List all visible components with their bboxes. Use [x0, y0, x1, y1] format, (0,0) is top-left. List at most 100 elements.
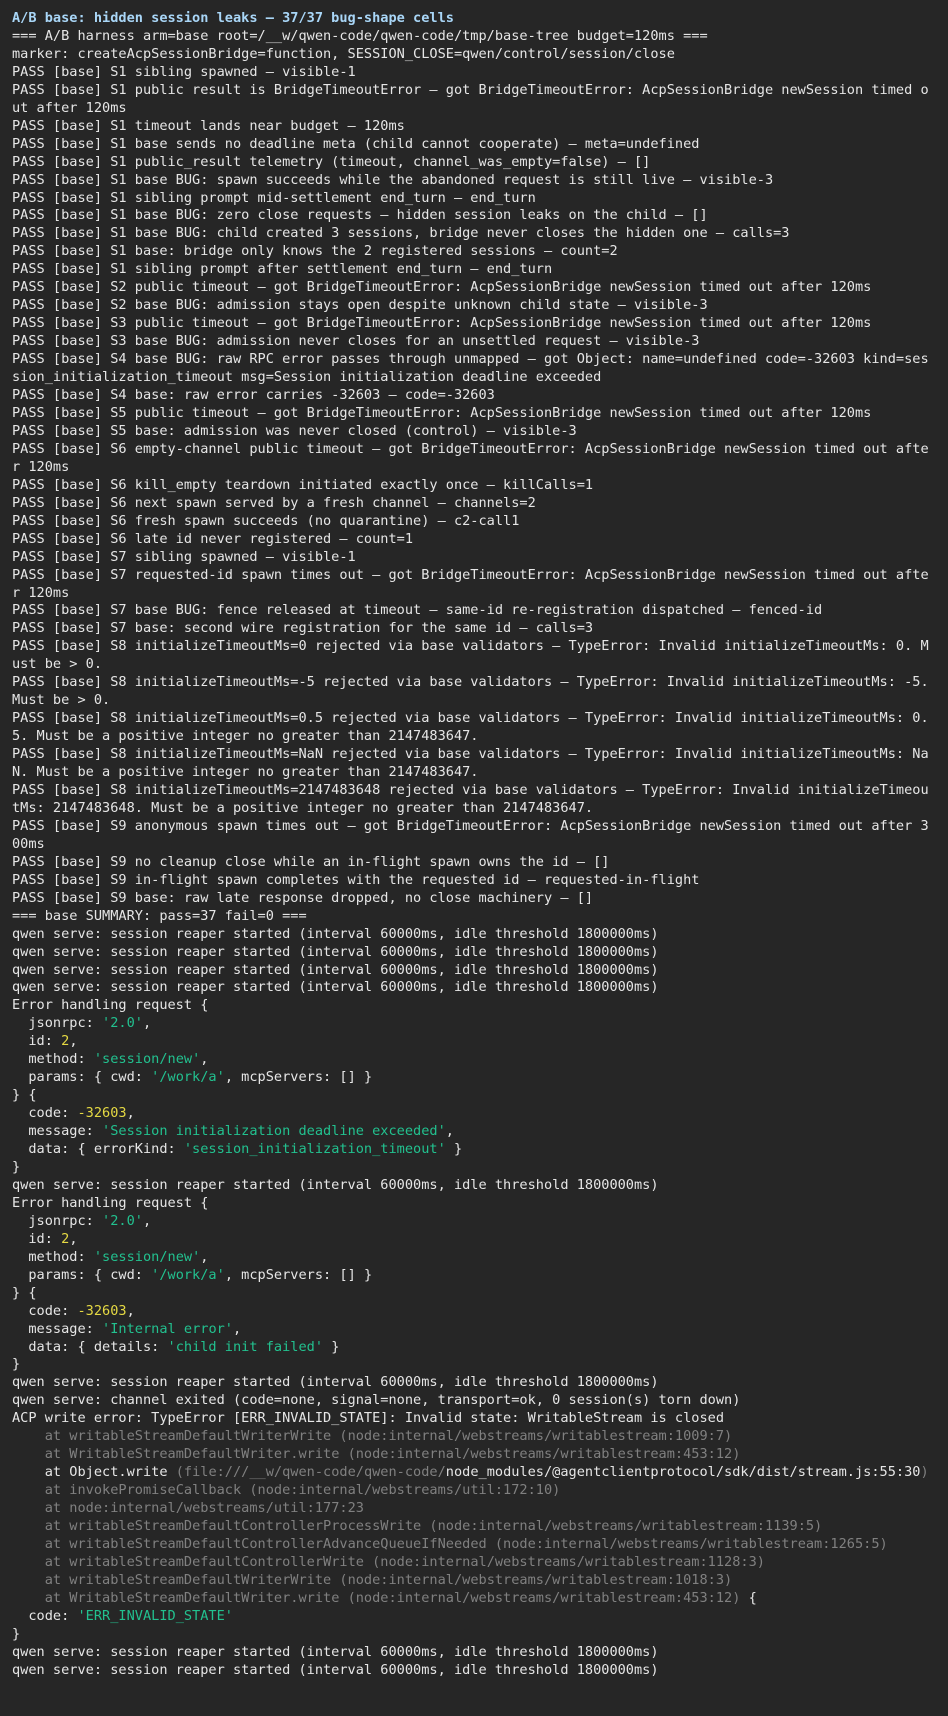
line-text: qwen serve: session reaper started (inte…	[12, 1643, 659, 1660]
line-text: params: { cwd:	[12, 1069, 152, 1086]
line-text: PASS [base] S1 sibling prompt mid-settle…	[12, 189, 536, 206]
output-line: at writableStreamDefaultWriterWrite (nod…	[12, 1572, 936, 1590]
line-text: method:	[12, 1051, 94, 1068]
output-line: PASS [base] S6 next spawn served by a fr…	[12, 495, 936, 513]
output-line: PASS [base] S1 base: bridge only knows t…	[12, 243, 936, 261]
output-line: PASS [base] S2 base BUG: admission stays…	[12, 297, 936, 315]
output-line: method: 'session/new',	[12, 1249, 936, 1267]
output-line: qwen serve: channel exited (code=none, s…	[12, 1392, 936, 1410]
line-text: PASS [base] S6 empty-channel public time…	[12, 440, 929, 475]
line-text: marker: createAcpSessionBridge=function,…	[12, 45, 675, 62]
line-text: PASS [base] S2 public timeout — got Brid…	[12, 279, 872, 296]
output-line: PASS [base] S8 initializeTimeoutMs=21474…	[12, 782, 936, 818]
output-line: PASS [base] S1 base sends no deadline me…	[12, 136, 936, 154]
line-text: PASS [base] S3 base BUG: admission never…	[12, 333, 700, 350]
output-line: PASS [base] S6 empty-channel public time…	[12, 441, 936, 477]
output-line: PASS [base] S1 sibling spawned — visible…	[12, 64, 936, 82]
line-text: PASS [base] S6 fresh spawn succeeds (no …	[12, 512, 520, 529]
output-line: at node:internal/webstreams/util:177:23	[12, 1500, 936, 1518]
output-line: } {	[12, 1285, 936, 1303]
output-line: PASS [base] S9 base: raw late response d…	[12, 890, 936, 908]
output-line: at Object.write (file:///__w/qwen-code/q…	[12, 1464, 936, 1482]
output-line: PASS [base] S1 sibling prompt after sett…	[12, 261, 936, 279]
output-line: qwen serve: session reaper started (inte…	[12, 926, 936, 944]
line-text: PASS [base] S9 anonymous spawn times out…	[12, 817, 929, 852]
stack-trace-text: at WritableStreamDefaultWriter.write (no…	[12, 1589, 741, 1606]
stack-trace-text: at writableStreamDefaultControllerWrite …	[12, 1553, 765, 1570]
stack-trace-text: at writableStreamDefaultControllerAdvanc…	[12, 1536, 888, 1553]
output-line: qwen serve: session reaper started (inte…	[12, 1644, 936, 1662]
output-line: PASS [base] S7 base BUG: fence released …	[12, 602, 936, 620]
line-text: PASS [base] S8 initializeTimeoutMs=0.5 r…	[12, 710, 929, 745]
output-line: code: -32603,	[12, 1105, 936, 1123]
line-text: data: { details:	[12, 1338, 168, 1355]
output-line: === A/B harness arm=base root=/__w/qwen-…	[12, 28, 936, 46]
line-text: code:	[12, 1105, 78, 1122]
line-text: qwen serve: session reaper started (inte…	[12, 1661, 659, 1678]
output-line: jsonrpc: '2.0',	[12, 1015, 936, 1033]
output-line: params: { cwd: '/work/a', mcpServers: []…	[12, 1267, 936, 1285]
stack-trace-text: at node:internal/webstreams/util:177:23	[12, 1500, 364, 1517]
line-text: } {	[12, 1087, 37, 1104]
output-line: Error handling request {	[12, 997, 936, 1015]
line-text: PASS [base] S8 initializeTimeoutMs=-5 re…	[12, 674, 937, 709]
output-line: } {	[12, 1087, 936, 1105]
output-line: PASS [base] S8 initializeTimeoutMs=-5 re…	[12, 674, 936, 710]
line-text: }	[323, 1338, 340, 1355]
line-text: qwen serve: session reaper started (inte…	[12, 925, 659, 942]
string-literal: 'Internal error'	[102, 1320, 233, 1337]
output-line: data: { details: 'child init failed' }	[12, 1339, 936, 1357]
line-text: code:	[12, 1607, 78, 1624]
line-text: at Object.write	[12, 1464, 176, 1481]
stack-trace-text: (file:///__w/qwen-code/qwen-code/	[175, 1464, 446, 1481]
output-line: PASS [base] S6 kill_empty teardown initi…	[12, 477, 936, 495]
line-text: }	[12, 1356, 21, 1373]
stack-trace-text: at writableStreamDefaultControllerProces…	[12, 1518, 823, 1535]
terminal-output[interactable]: A/B base: hidden session leaks — 37/37 b…	[0, 0, 948, 1716]
line-text: qwen serve: session reaper started (inte…	[12, 943, 659, 960]
line-text: PASS [base] S1 public result is BridgeTi…	[12, 81, 929, 116]
stack-trace-text: at invokePromiseCallback (node:internal/…	[12, 1482, 561, 1499]
line-text: PASS [base] S1 public_result telemetry (…	[12, 153, 651, 170]
line-text: data: { errorKind:	[12, 1141, 184, 1158]
line-text: PASS [base] S8 initializeTimeoutMs=0 rej…	[12, 638, 929, 673]
line-text: PASS [base] S8 initializeTimeoutMs=21474…	[12, 781, 929, 816]
line-text: PASS [base] S5 base: admission was never…	[12, 422, 577, 439]
line-text: ,	[200, 1051, 209, 1068]
line-text: , mcpServers: [] }	[224, 1069, 373, 1086]
line-text: code:	[12, 1302, 78, 1319]
line-text: node_modules/@agentclientprotocol/sdk/di…	[445, 1464, 921, 1481]
line-text: Error handling request {	[12, 997, 209, 1014]
line-text: PASS [base] S1 base BUG: zero close requ…	[12, 207, 708, 224]
line-text: , mcpServers: [] }	[224, 1266, 373, 1283]
output-line: at invokePromiseCallback (node:internal/…	[12, 1482, 936, 1500]
line-text: qwen serve: session reaper started (inte…	[12, 979, 659, 996]
output-line: PASS [base] S9 in-flight spawn completes…	[12, 872, 936, 890]
string-literal: 'session_initialization_timeout'	[183, 1141, 446, 1158]
string-literal: 'child init failed'	[167, 1338, 324, 1355]
output-line: code: 'ERR_INVALID_STATE'	[12, 1608, 936, 1626]
line-text: ,	[126, 1105, 135, 1122]
output-line: at writableStreamDefaultWriterWrite (nod…	[12, 1428, 936, 1446]
output-line: ACP write error: TypeError [ERR_INVALID_…	[12, 1410, 936, 1428]
string-literal: '2.0'	[102, 1015, 143, 1032]
stack-trace-text: at writableStreamDefaultWriterWrite (nod…	[12, 1428, 733, 1445]
line-text: PASS [base] S8 initializeTimeoutMs=NaN r…	[12, 746, 929, 781]
output-line: at writableStreamDefaultControllerWrite …	[12, 1554, 936, 1572]
line-text: jsonrpc:	[12, 1212, 103, 1229]
output-line: PASS [base] S6 late id never registered …	[12, 531, 936, 549]
line-text: ,	[445, 1123, 454, 1140]
string-literal: '/work/a'	[151, 1266, 225, 1283]
line-text: PASS [base] S4 base: raw error carries -…	[12, 387, 495, 404]
line-text: Error handling request {	[12, 1194, 209, 1211]
string-literal: 'Session initialization deadline exceede…	[102, 1123, 446, 1140]
line-text: PASS [base] S1 base BUG: spawn succeeds …	[12, 171, 774, 188]
output-line: Error handling request {	[12, 1195, 936, 1213]
output-line: PASS [base] S1 base BUG: zero close requ…	[12, 207, 936, 225]
output-line: code: -32603,	[12, 1303, 936, 1321]
line-text: qwen serve: session reaper started (inte…	[12, 961, 659, 978]
stack-trace-text: at WritableStreamDefaultWriter.write (no…	[12, 1446, 741, 1463]
line-text: }	[12, 1625, 21, 1642]
line-text: === A/B harness arm=base root=/__w/qwen-…	[12, 27, 708, 44]
line-text: }	[12, 1159, 21, 1175]
